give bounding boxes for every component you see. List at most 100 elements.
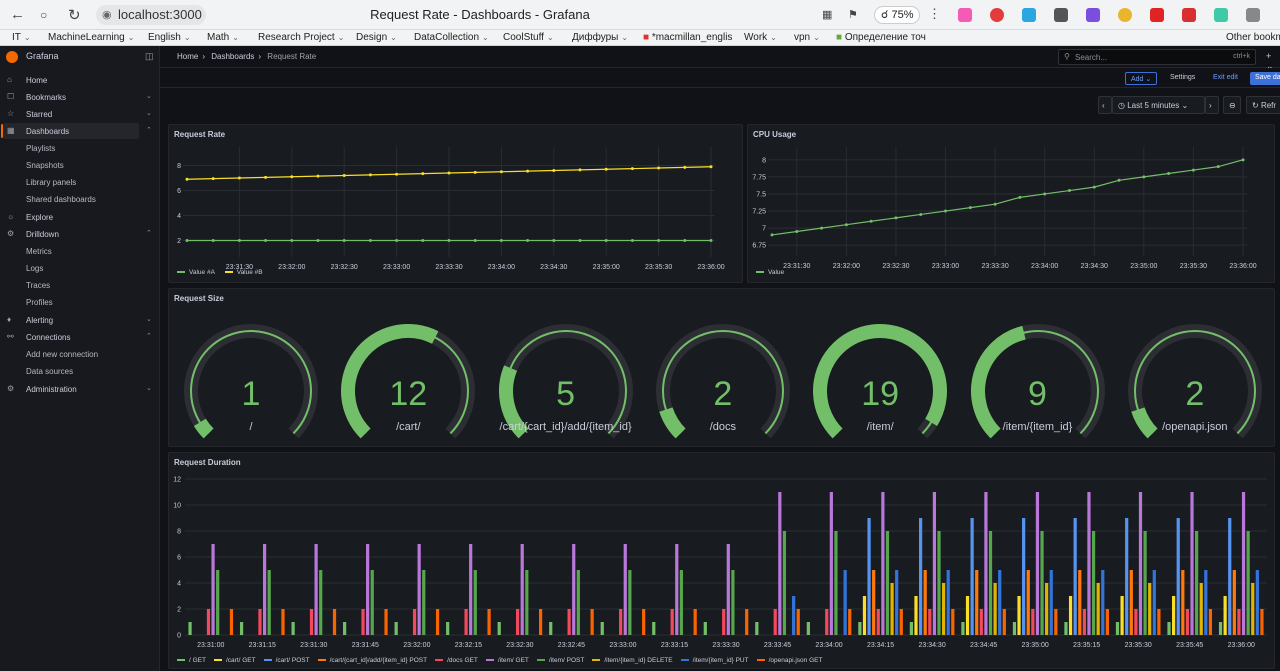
zoom-indicator[interactable]: ☌ 75% xyxy=(874,6,921,24)
chevron-down-icon[interactable]: ⌄ xyxy=(146,315,152,323)
legend-item[interactable]: Value xyxy=(756,269,784,276)
bookmark-folder[interactable]: Work ⌄ xyxy=(744,32,777,43)
legend-item[interactable]: /item/{item_id} DELETE xyxy=(592,657,673,664)
dock-menu-icon[interactable]: ◫ xyxy=(145,51,154,62)
bar xyxy=(576,570,580,635)
bookmark-folder[interactable]: English ⌄ xyxy=(148,32,191,43)
sidebar-item-profiles[interactable]: Profiles xyxy=(3,294,139,310)
panel-request-size[interactable]: Request Size 1/12/cart/5/cart/{cart_id}/… xyxy=(168,288,1275,447)
sidebar-item-logs[interactable]: Logs xyxy=(3,260,139,276)
bookmark-folder[interactable]: vpn ⌄ xyxy=(794,32,820,43)
sidebar-item-starred[interactable]: ☆ Starred ⌄ xyxy=(3,106,152,122)
settings-button[interactable]: Settings xyxy=(1165,72,1200,85)
bar xyxy=(876,609,880,635)
bar xyxy=(932,492,937,635)
x-tick-label: 23:33:30 xyxy=(712,642,739,649)
sidebar-item-traces[interactable]: Traces xyxy=(3,277,139,293)
sidebar-item-bookmarks[interactable]: ☐ Bookmarks ⌄ xyxy=(3,89,152,105)
legend-item[interactable]: / GET xyxy=(177,657,206,664)
chevron-down-icon[interactable]: ⌄ xyxy=(146,92,152,100)
extension-icon[interactable] xyxy=(1214,8,1228,22)
legend-item[interactable]: /cart/ POST xyxy=(263,657,310,664)
bookmark-link[interactable]: ■ Определение точ xyxy=(836,32,926,43)
legend-item[interactable]: /docs GET xyxy=(435,657,478,664)
bookmark-link[interactable]: ■ *macmillan_englis xyxy=(643,32,732,43)
chevron-down-icon[interactable]: ⌄ xyxy=(146,384,152,392)
sidebar-item-drilldown[interactable]: ⚙ Drilldown ⌃ xyxy=(3,226,152,242)
legend-item[interactable]: /item/ GET xyxy=(485,657,529,664)
site-info-icon[interactable]: ◉ xyxy=(102,8,112,21)
time-range-picker[interactable]: ◷ Last 5 minutes ⌄ xyxy=(1112,96,1205,114)
panel-request-duration[interactable]: Request Duration 0 2 4 6 8 10 12 23:31:00 23:31:… xyxy=(168,452,1275,669)
bar xyxy=(281,609,285,635)
sidebar-item-snapshots[interactable]: Snapshots xyxy=(3,157,139,173)
breadcrumb-home[interactable]: Home xyxy=(177,52,198,61)
sidebar-item-metrics[interactable]: Metrics xyxy=(3,243,139,259)
sidebar-item-alerting[interactable]: ♦ Alerting ⌄ xyxy=(3,312,152,328)
sidebar-item-explore[interactable]: ☼ Explore xyxy=(3,209,139,225)
legend-item[interactable]: Value #A xyxy=(177,269,215,276)
clock-icon: ◷ xyxy=(1118,101,1128,110)
add-button[interactable]: Add ⌄ xyxy=(1125,72,1158,85)
extension-icon[interactable] xyxy=(1182,8,1196,22)
refresh-button[interactable]: ↻ Refr xyxy=(1246,96,1280,114)
legend-item[interactable]: /cart/{cart_id}/add/{item_id} POST xyxy=(317,657,427,664)
bar xyxy=(239,622,244,635)
panel-cpu-usage[interactable]: CPU Usage 6.75 7 7.25 7.5 7.75 8 23:31:30 23:32… xyxy=(747,124,1275,283)
legend-item[interactable]: /openapi.json GET xyxy=(756,657,822,664)
legend-item[interactable]: /item/{item_id} PUT xyxy=(680,657,749,664)
yandex-icon[interactable]: ○ xyxy=(40,8,47,22)
chevron-up-icon[interactable]: ⌃ xyxy=(146,332,152,340)
extension-icon[interactable] xyxy=(1246,8,1260,22)
bookmark-folder[interactable]: MachineLearning ⌄ xyxy=(48,32,134,43)
sidebar-item-data-sources[interactable]: Data sources xyxy=(3,363,139,379)
x-tick-label: 23:35:00 xyxy=(1130,263,1157,270)
bookmark-folder[interactable]: Диффуры ⌄ xyxy=(572,32,628,43)
translate-icon[interactable]: ▦ xyxy=(822,8,832,21)
extension-icon[interactable] xyxy=(1022,8,1036,22)
chevron-down-icon[interactable]: ⌄ xyxy=(146,109,152,117)
reload-icon[interactable]: ↻ xyxy=(68,6,81,24)
sidebar-item-library-panels[interactable]: Library panels xyxy=(3,174,139,190)
extension-icon[interactable] xyxy=(1086,8,1100,22)
extension-icon[interactable] xyxy=(958,8,972,22)
zoom-out-icon[interactable]: ⊖ xyxy=(1223,96,1241,114)
exit-edit-button[interactable]: Exit edit xyxy=(1208,72,1243,85)
address-bar[interactable]: ◉ localhost:3000 xyxy=(96,5,206,25)
panel-request-rate[interactable]: Request Rate 2 4 6 8 23:31:30 23:32:00 23:32:3… xyxy=(168,124,743,283)
bookmark-folder[interactable]: Research Project ⌄ xyxy=(258,32,344,43)
bookmarks-bar: IT ⌄ MachineLearning ⌄ English ⌄ Math ⌄ Rese… xyxy=(0,30,1280,46)
sidebar-item-connections[interactable]: ⚯ Connections ⌃ xyxy=(3,329,152,345)
sidebar-item-add-new-connection[interactable]: Add new connection xyxy=(3,346,139,362)
legend-item[interactable]: Value #B xyxy=(224,269,263,276)
sidebar-item-playlists[interactable]: Playlists xyxy=(3,140,139,156)
back-icon[interactable]: ← xyxy=(10,6,25,23)
menu-icon[interactable]: ⋮ xyxy=(928,6,941,22)
data-point xyxy=(1018,195,1022,199)
extension-icon[interactable] xyxy=(1054,8,1068,22)
grafana-logo-icon[interactable] xyxy=(6,51,18,63)
extension-icon[interactable] xyxy=(1150,8,1164,22)
legend-item[interactable]: /cart/ GET xyxy=(213,657,256,664)
time-back-button[interactable]: ‹ xyxy=(1098,96,1112,114)
bookmark-page-icon[interactable]: ⚑ xyxy=(848,8,858,21)
extension-icon[interactable] xyxy=(990,8,1004,22)
chevron-up-icon[interactable]: ⌃ xyxy=(146,126,152,134)
time-forward-button[interactable]: › xyxy=(1205,96,1219,114)
search-input[interactable]: ⚲ Search... ctrl+k xyxy=(1058,49,1256,65)
sidebar-item-dashboards[interactable]: ▦ Dashboards ⌃ xyxy=(1,123,152,139)
extension-icon[interactable] xyxy=(1118,8,1132,22)
bookmark-folder[interactable]: IT ⌄ xyxy=(12,32,31,43)
chevron-up-icon[interactable]: ⌃ xyxy=(146,229,152,237)
save-dashboard-button[interactable]: Save da xyxy=(1250,72,1280,85)
legend-item[interactable]: /item/ POST xyxy=(536,657,584,664)
sidebar-item-shared-dashboards[interactable]: Shared dashboards xyxy=(3,191,139,207)
bookmark-folder[interactable]: Design ⌄ xyxy=(356,32,397,43)
bookmark-folder[interactable]: Math ⌄ xyxy=(207,32,239,43)
sidebar-item-administration[interactable]: ⚙ Administration ⌄ xyxy=(3,381,152,397)
other-bookmarks[interactable]: Other bookm xyxy=(1226,32,1280,43)
bookmark-folder[interactable]: DataCollection ⌄ xyxy=(414,32,489,43)
sidebar-item-home[interactable]: ⌂ Home xyxy=(3,72,139,88)
breadcrumb-dashboards[interactable]: Dashboards xyxy=(211,52,254,61)
bookmark-folder[interactable]: CoolStuff ⌄ xyxy=(503,32,554,43)
